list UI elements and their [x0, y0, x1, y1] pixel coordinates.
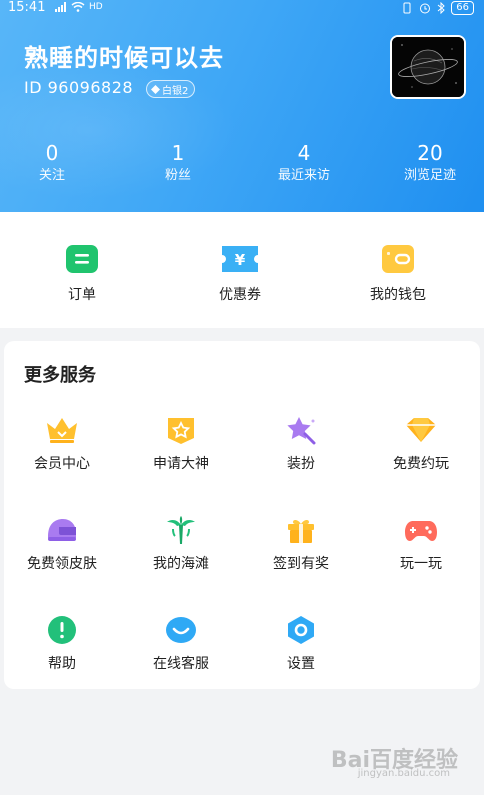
stat-following[interactable]: 0 关注 — [0, 140, 107, 186]
stats-row: 0 关注 1 粉丝 4 最近来访 20 浏览足迹 — [0, 140, 484, 190]
order-icon — [65, 244, 99, 274]
network-type: HD — [89, 2, 103, 12]
crown-icon — [45, 415, 79, 445]
service-label: 签到有奖 — [273, 556, 329, 572]
level-badge-label: 白银2 — [162, 85, 189, 97]
stat-value: 4 — [297, 141, 311, 165]
service-label: 装扮 — [287, 456, 315, 472]
svg-text:¥: ¥ — [235, 251, 246, 269]
user-nickname[interactable]: 熟睡的时候可以去 — [24, 38, 224, 73]
stat-value: 20 — [417, 141, 443, 165]
service-settings[interactable]: 设置 — [246, 615, 356, 673]
stat-label: 粉丝 — [164, 168, 191, 183]
stat-value: 0 — [45, 141, 59, 165]
service-label: 帮助 — [48, 656, 76, 672]
status-time: 15:41 — [8, 0, 46, 15]
stat-label: 关注 — [38, 168, 65, 183]
vibrate-icon — [403, 2, 411, 14]
gamepad-icon — [404, 515, 438, 545]
service-label: 在线客服 — [153, 656, 209, 672]
quick-action-wallet[interactable]: 我的钱包 — [338, 244, 458, 304]
user-id: ID 96096828 — [24, 78, 134, 97]
service-label: 我的海滩 — [153, 556, 209, 572]
magic-star-icon — [284, 415, 318, 445]
stat-value: 1 — [171, 141, 185, 165]
quick-actions: 订单 ¥ 优惠券 我的钱包 — [0, 212, 484, 328]
signal-icon — [55, 2, 66, 12]
service-label: 会员中心 — [34, 456, 90, 472]
services-title: 更多服务 — [24, 365, 96, 386]
service-play-games[interactable]: 玩一玩 — [366, 515, 476, 573]
service-check-in-reward[interactable]: 签到有奖 — [246, 515, 356, 573]
star-badge-icon — [164, 415, 198, 445]
customer-service-icon — [164, 615, 198, 645]
quick-action-orders[interactable]: 订单 — [22, 244, 142, 304]
quick-action-coupons[interactable]: ¥ 优惠券 — [180, 244, 300, 304]
stat-browse-history[interactable]: 20 浏览足迹 — [375, 140, 484, 186]
service-label: 免费领皮肤 — [27, 556, 97, 572]
service-apply-master[interactable]: 申请大神 — [126, 415, 236, 473]
wallet-icon — [381, 244, 415, 274]
quick-action-label: 我的钱包 — [370, 287, 426, 303]
service-help[interactable]: 帮助 — [7, 615, 117, 673]
service-free-skin[interactable]: 免费领皮肤 — [7, 515, 117, 573]
wifi-icon — [71, 2, 85, 12]
level-badge[interactable]: 白银2 — [146, 80, 196, 98]
stat-label: 浏览足迹 — [403, 168, 456, 183]
service-label: 玩一玩 — [400, 556, 442, 572]
diamond-small-icon — [151, 84, 160, 94]
bluetooth-icon — [437, 2, 446, 14]
palm-tree-icon — [164, 515, 198, 545]
alarm-icon — [420, 3, 431, 14]
service-label: 申请大神 — [153, 456, 209, 472]
helmet-icon — [45, 515, 79, 545]
quick-action-label: 优惠券 — [219, 287, 261, 303]
battery-indicator: 66 — [451, 1, 474, 15]
service-online-support[interactable]: 在线客服 — [126, 615, 236, 673]
baidu-watermark-url: jingyan.baidu.com — [357, 768, 450, 779]
service-label: 免费约玩 — [393, 456, 449, 472]
service-label: 设置 — [287, 656, 315, 672]
service-my-beach[interactable]: 我的海滩 — [126, 515, 236, 573]
stat-followers[interactable]: 1 粉丝 — [123, 140, 233, 186]
gift-icon — [284, 515, 318, 545]
status-bar: 15:41 HD 66 — [0, 0, 484, 18]
planet-avatar-icon — [392, 37, 464, 97]
stat-label: 最近来访 — [277, 168, 330, 183]
diamond-icon — [404, 415, 438, 445]
settings-icon — [284, 615, 318, 645]
service-dress-up[interactable]: 装扮 — [246, 415, 356, 473]
avatar[interactable] — [390, 35, 466, 99]
coupon-icon: ¥ — [222, 244, 258, 274]
help-icon — [45, 615, 79, 645]
more-services-card: 更多服务 会员中心 申请大神 装扮 免费约玩 免费领皮肤 我的海滩 签到有奖 玩… — [4, 341, 480, 689]
profile-header: 15:41 HD 66 熟睡的时候可以去 ID 96096828 白银2 0 关… — [0, 0, 484, 212]
service-vip-center[interactable]: 会员中心 — [7, 415, 117, 473]
status-right-icons: 66 — [401, 1, 474, 15]
status-left-icons: HD — [55, 2, 103, 12]
stat-recent-visitors[interactable]: 4 最近来访 — [249, 140, 359, 186]
quick-action-label: 订单 — [68, 287, 96, 303]
service-free-play[interactable]: 免费约玩 — [366, 415, 476, 473]
